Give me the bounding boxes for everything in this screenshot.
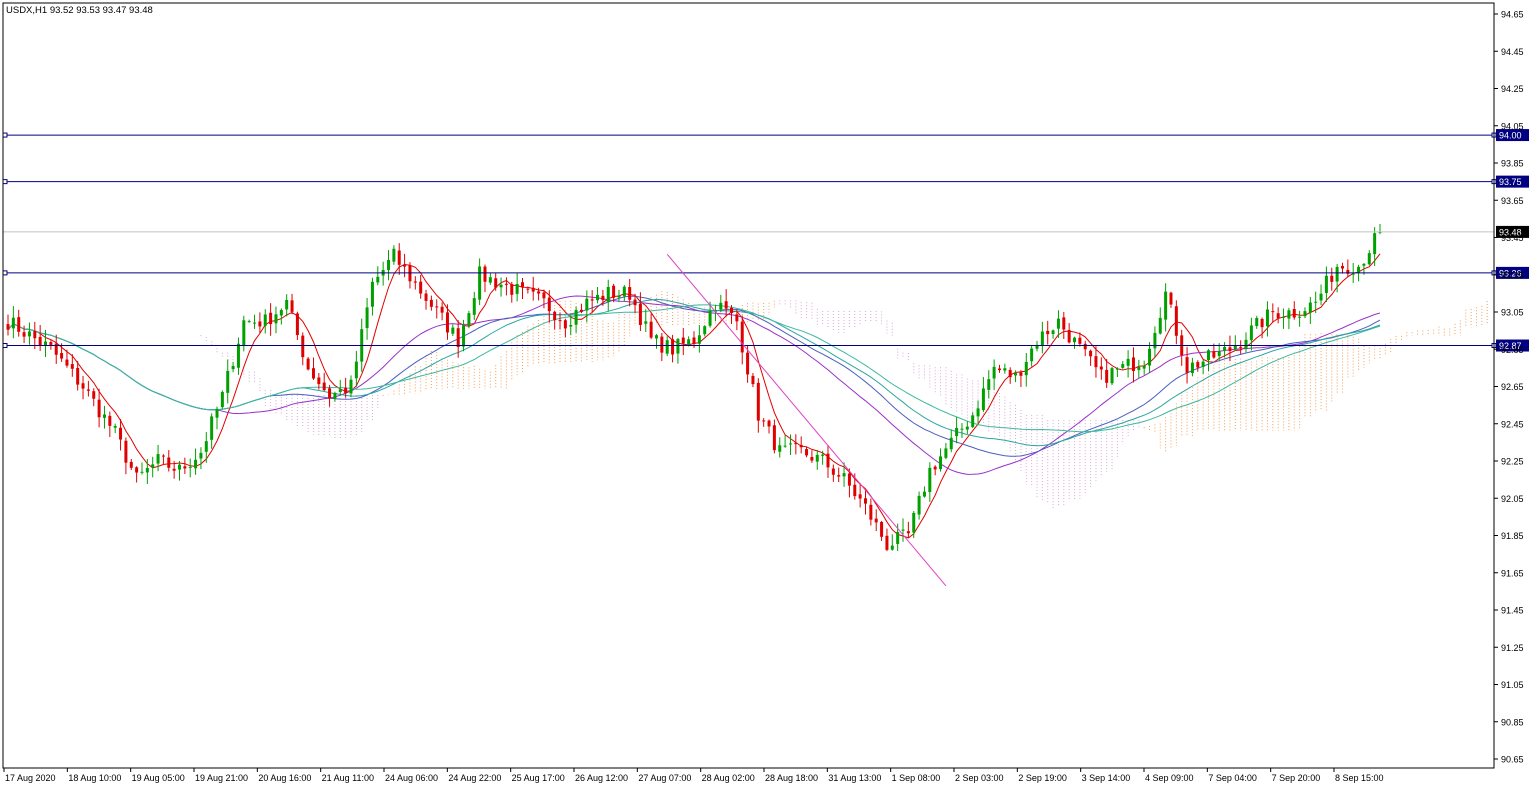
level-tag: 94.00 [1499,131,1522,141]
candle [1110,366,1114,386]
x-tick-label: 21 Aug 11:00 [322,773,374,783]
y-tick-label: 93.85 [1501,159,1524,169]
x-tick-label: 28 Aug 18:00 [765,773,818,783]
x-tick-label: 20 Aug 16:00 [258,773,311,783]
x-tick-label: 8 Sep 15:00 [1335,773,1384,783]
x-tick-label: 31 Aug 13:00 [828,773,881,783]
x-tick-label: 25 Aug 17:00 [512,773,565,783]
chart-title: USDX,H1 93.52 93.53 93.47 93.48 [6,5,153,16]
y-tick-label: 91.45 [1501,606,1524,616]
y-tick-label: 94.45 [1501,47,1524,57]
level-tag: 93.75 [1499,177,1522,187]
y-tick-label: 93.25 [1501,270,1524,280]
x-tick-label: 7 Sep 04:00 [1208,773,1257,783]
y-tick-label: 90.65 [1501,755,1524,765]
y-tick-label: 92.25 [1501,457,1524,467]
x-tick-label: 19 Aug 05:00 [132,773,185,783]
x-tick-label: 2 Sep 03:00 [955,773,1004,783]
x-tick-label: 2 Sep 19:00 [1018,773,1067,783]
x-tick-label: 18 Aug 10:00 [68,773,121,783]
x-tick-label: 27 Aug 07:00 [638,773,691,783]
x-tick-label: 17 Aug 2020 [5,773,56,783]
x-tick-label: 26 Aug 12:00 [575,773,628,783]
candle [220,390,224,409]
y-tick-label: 91.85 [1501,531,1524,541]
y-tick-label: 92.45 [1501,419,1524,429]
candle [306,357,310,371]
y-tick-label: 93.05 [1501,308,1524,318]
x-tick-label: 7 Sep 20:00 [1272,773,1321,783]
x-tick-label: 24 Aug 06:00 [385,773,438,783]
y-tick-label: 92.65 [1501,382,1524,392]
y-tick-label: 90.85 [1501,717,1524,727]
y-tick-label: 92.05 [1501,494,1524,504]
y-tick-label: 94.05 [1501,121,1524,131]
x-tick-label: 1 Sep 08:00 [892,773,941,783]
chart-background [0,0,1536,790]
y-tick-label: 91.05 [1501,680,1524,690]
y-tick-label: 94.65 [1501,10,1524,20]
x-tick-label: 28 Aug 02:00 [702,773,755,783]
x-tick-label: 4 Sep 09:00 [1145,773,1194,783]
price-chart[interactable]: 94.0093.7593.2692.8793.48 94.6594.4594.2… [0,0,1536,790]
x-tick-label: 3 Sep 14:00 [1082,773,1131,783]
y-tick-label: 92.85 [1501,345,1524,355]
y-tick-label: 91.65 [1501,568,1524,578]
y-tick-label: 93.45 [1501,233,1524,243]
y-tick-label: 93.65 [1501,196,1524,206]
y-tick-label: 94.25 [1501,84,1524,94]
x-tick-label: 24 Aug 22:00 [448,773,501,783]
x-tick-label: 19 Aug 21:00 [195,773,248,783]
y-tick-label: 91.25 [1501,643,1524,653]
